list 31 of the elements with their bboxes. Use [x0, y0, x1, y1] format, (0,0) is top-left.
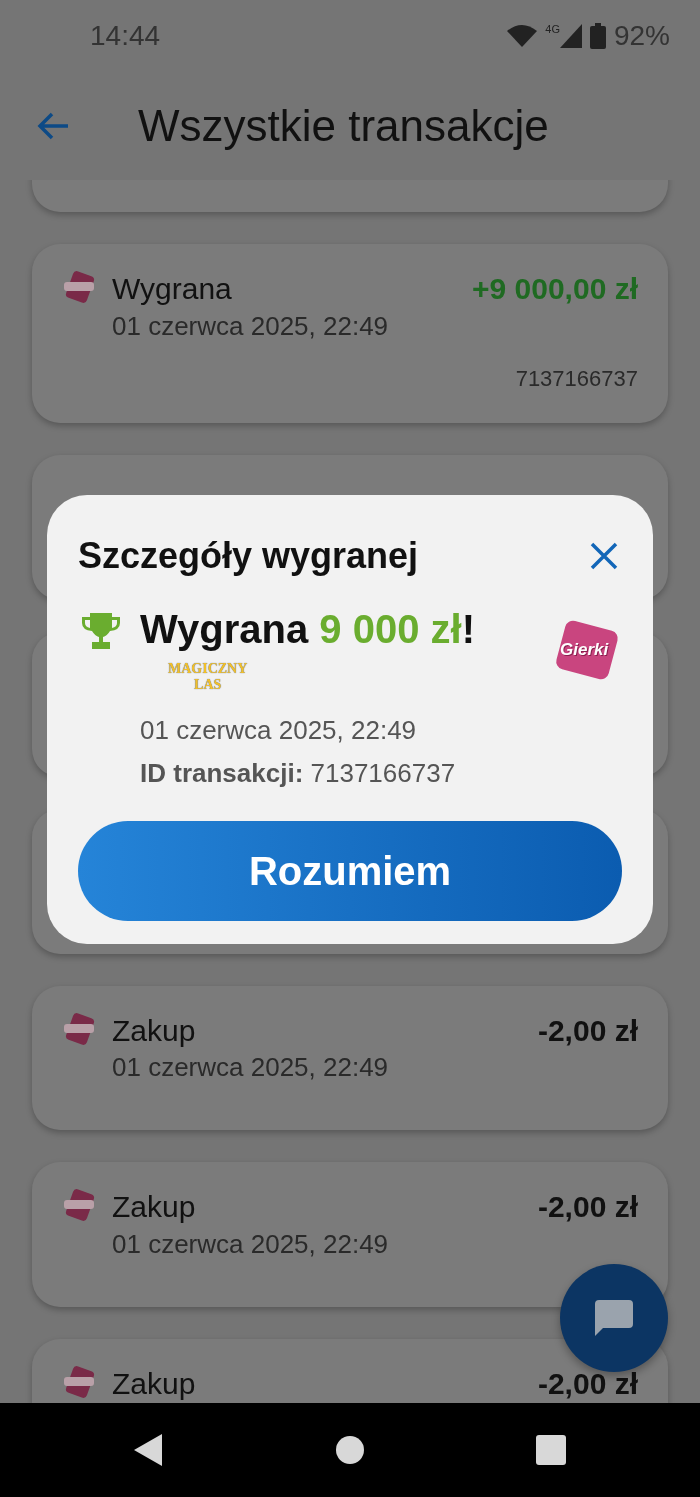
transaction-card[interactable]: Zakup -2,00 zł 01 czerwca 2025, 22:49 — [32, 985, 668, 1130]
transaction-date: 01 czerwca 2025, 22:49 — [112, 1227, 390, 1261]
trophy-icon — [82, 613, 120, 649]
transaction-amount: -2,00 zł — [537, 1190, 638, 1225]
chat-icon — [593, 1298, 635, 1338]
transaction-id: 7137166737 — [515, 365, 638, 391]
transaction-date: 01 czerwca 2025, 22:49 — [112, 309, 390, 343]
back-nav-icon[interactable] — [134, 1434, 164, 1466]
page-title: Wszystkie transakcje — [138, 100, 549, 152]
transaction-amount: -2,00 zł — [537, 1013, 638, 1048]
transaction-title: Zakup — [112, 1366, 196, 1401]
transaction-card[interactable]: Zakup -2,00 zł 01 czerwca 2025, 22:49 — [32, 1162, 668, 1307]
home-nav-icon[interactable] — [336, 1436, 364, 1464]
win-date: 01 czerwca 2025, 22:49 — [140, 714, 418, 748]
dialog-title: Szczegóły wygranej — [78, 534, 419, 578]
transaction-title: Zakup — [112, 1190, 196, 1225]
game-logo: MAGICZNY LAS — [167, 660, 249, 695]
transaction-amount: -2,00 zł — [537, 1366, 638, 1401]
transaction-id: ID transakcji: 7137166737 — [140, 757, 457, 791]
transaction-title: Zakup — [112, 1013, 196, 1048]
win-headline: Wygrana 9 000 zł! — [140, 607, 476, 651]
wifi-icon — [507, 25, 538, 47]
confirm-button[interactable]: Rozumiem — [78, 821, 622, 922]
battery-level: 92% — [613, 19, 670, 53]
transaction-card[interactable]: Wygrana +9 000,00 zł 01 czerwca 2025, 22:49 7137166737 — [32, 244, 668, 423]
status-time: 14:44 — [90, 19, 161, 53]
transaction-title: Wygrana — [112, 272, 232, 307]
transaction-card[interactable]: Zakup -2,00 zł — [32, 1338, 668, 1403]
battery-icon — [589, 23, 606, 49]
transaction-amount: +9 000,00 zł — [472, 272, 638, 307]
transaction-date: 01 czerwca 2025, 22:49 — [112, 1051, 390, 1084]
